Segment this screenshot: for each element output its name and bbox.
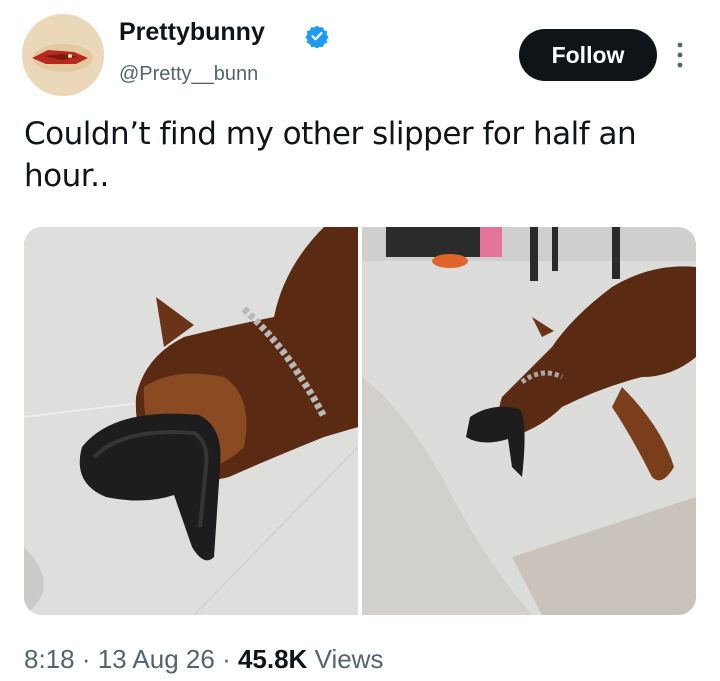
tweet-date[interactable]: 13 Aug 26	[98, 644, 215, 674]
tweet-meta: 8:18 · 13 Aug 26 · 45.8K Views	[24, 644, 383, 675]
avatar[interactable]	[22, 14, 104, 96]
media-photo-left[interactable]	[24, 227, 358, 615]
meta-separator: ·	[74, 644, 98, 674]
more-options-icon[interactable]	[675, 40, 685, 70]
tweet-time[interactable]: 8:18	[24, 644, 75, 674]
views-label: Views	[307, 644, 384, 674]
dog-with-slipper-closeup-image	[24, 227, 358, 615]
verified-badge-icon	[305, 25, 329, 48]
media-grid	[24, 227, 696, 615]
meta-separator: ·	[214, 644, 238, 674]
avatar-image	[22, 14, 104, 96]
author-handle[interactable]: @Pretty__bunn	[119, 63, 258, 86]
follow-button[interactable]: Follow	[519, 29, 657, 81]
views-count[interactable]: 45.8K	[238, 644, 307, 674]
tweet-text: Couldn’t find my other slipper for half …	[24, 116, 637, 194]
display-name[interactable]: Prettybunny	[119, 18, 265, 47]
media-photo-right[interactable]	[362, 227, 696, 615]
dog-lying-on-floor-image	[362, 227, 696, 615]
